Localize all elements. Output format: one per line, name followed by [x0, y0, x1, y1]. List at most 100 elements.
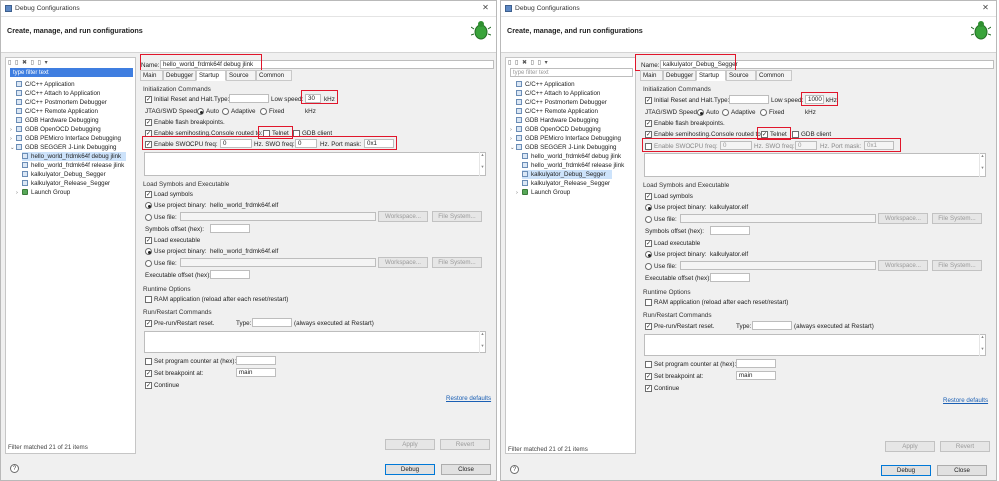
set-bp-checkbox[interactable]: ✓: [145, 370, 152, 377]
tree-item[interactable]: C/C++ Postmortem Debugger: [16, 98, 107, 107]
restore-defaults-link[interactable]: Restore defaults: [446, 395, 491, 402]
pre-run-checkbox[interactable]: ✓: [145, 320, 152, 327]
tree-item[interactable]: C/C++ Remote Application: [516, 107, 598, 116]
ram-app-checkbox[interactable]: [645, 299, 652, 306]
tab-main[interactable]: Main: [640, 70, 663, 81]
tree-item[interactable]: › Launch Group: [516, 188, 570, 197]
revert-button[interactable]: Revert: [440, 439, 490, 450]
run-commands-textarea[interactable]: [644, 334, 986, 356]
set-pc-checkbox[interactable]: [145, 358, 152, 365]
swo-checkbox[interactable]: ✓: [145, 141, 152, 148]
help-icon[interactable]: ?: [510, 465, 519, 474]
type-input[interactable]: [729, 95, 769, 104]
file-system-button[interactable]: File System...: [932, 213, 982, 224]
initial-reset-checkbox[interactable]: ✓: [645, 97, 652, 104]
file-system-button[interactable]: File System...: [432, 211, 482, 222]
symbols-file-input[interactable]: [680, 214, 876, 223]
set-pc-checkbox[interactable]: [645, 361, 652, 368]
workspace-button-2[interactable]: Workspace...: [878, 260, 928, 271]
exec-offset-input[interactable]: [210, 270, 250, 279]
use-project-binary-radio-2[interactable]: [645, 251, 652, 258]
semihosting-checkbox[interactable]: ✓: [645, 131, 652, 138]
symbols-offset-input[interactable]: [710, 226, 750, 235]
run-commands-textarea[interactable]: [144, 331, 486, 353]
scrollbar[interactable]: ▲ ▼: [479, 331, 485, 353]
use-project-binary-radio[interactable]: [645, 204, 652, 211]
pre-run-checkbox[interactable]: ✓: [645, 323, 652, 330]
continue-checkbox[interactable]: ✓: [645, 385, 652, 392]
apply-button[interactable]: Apply: [385, 439, 435, 450]
exec-offset-input[interactable]: [710, 273, 750, 282]
tree-item[interactable]: › Launch Group: [16, 188, 70, 197]
tree-item[interactable]: › GDB OpenOCD Debugging: [10, 125, 101, 134]
sidebar-toolbar[interactable]: ▯ ▯ ✖ ▯ ▯ ▾: [8, 59, 49, 67]
tree-item[interactable]: hello_world_frdmk64f release jlink: [22, 161, 124, 170]
tree-item-selected[interactable]: kalkulyator_Debug_Segger: [522, 170, 612, 179]
fixed-radio[interactable]: [260, 108, 267, 115]
close-window-icon[interactable]: ✕: [981, 3, 990, 12]
use-project-binary-radio-2[interactable]: [145, 248, 152, 255]
symbols-offset-input[interactable]: [210, 224, 250, 233]
workspace-button[interactable]: Workspace...: [878, 213, 928, 224]
use-project-binary-radio[interactable]: [145, 202, 152, 209]
swo-freq-input[interactable]: 0: [795, 141, 817, 150]
workspace-button[interactable]: Workspace...: [378, 211, 428, 222]
port-mask-input[interactable]: 0x1: [364, 139, 394, 148]
fixed-radio[interactable]: [760, 109, 767, 116]
init-commands-textarea[interactable]: [644, 153, 986, 177]
load-symbols-checkbox[interactable]: ✓: [145, 191, 152, 198]
tree-item[interactable]: C/C++ Application: [16, 80, 75, 89]
initial-reset-checkbox[interactable]: ✓: [145, 96, 152, 103]
filter-input[interactable]: type filter text: [510, 68, 633, 77]
tab-source[interactable]: Source: [226, 70, 256, 81]
telnet-checkbox[interactable]: [263, 130, 270, 137]
low-speed-input[interactable]: 30: [305, 94, 321, 103]
name-input[interactable]: hello_world_frdmk64f debug jlink: [160, 60, 494, 69]
tab-startup[interactable]: Startup: [196, 70, 226, 81]
flash-bp-checkbox[interactable]: ✓: [145, 119, 152, 126]
cpu-freq-input[interactable]: 0: [720, 141, 752, 150]
tree-item[interactable]: hello_world_frdmk64f debug jlink: [522, 152, 621, 161]
type-input-2[interactable]: [252, 318, 292, 327]
close-window-icon[interactable]: ✕: [481, 3, 490, 12]
set-pc-input[interactable]: [236, 356, 276, 365]
close-button[interactable]: Close: [441, 464, 491, 475]
tab-source[interactable]: Source: [726, 70, 756, 81]
tree-item[interactable]: C/C++ Attach to Application: [16, 89, 100, 98]
adaptive-radio[interactable]: [222, 108, 229, 115]
set-pc-input[interactable]: [736, 359, 776, 368]
type-input-2[interactable]: [752, 321, 792, 330]
tree-item-selected[interactable]: hello_world_frdmk64f debug jlink: [22, 152, 126, 161]
tree-item[interactable]: › GDB PEMicro Interface Debugging: [510, 134, 621, 143]
tab-debugger[interactable]: Debugger: [663, 70, 696, 81]
low-speed-input[interactable]: 1000: [805, 95, 824, 104]
tree-item[interactable]: C/C++ Remote Application: [16, 107, 98, 116]
filter-input[interactable]: type filter text: [10, 68, 133, 77]
gdb-client-checkbox[interactable]: [293, 130, 300, 137]
file-system-button-2[interactable]: File System...: [932, 260, 982, 271]
auto-radio[interactable]: [697, 109, 704, 116]
load-executable-checkbox[interactable]: ✓: [145, 237, 152, 244]
gdb-client-checkbox[interactable]: [792, 131, 799, 138]
exec-file-input[interactable]: [180, 258, 376, 267]
tree-item[interactable]: kalkulyator_Debug_Segger: [22, 170, 106, 179]
tree-item[interactable]: GDB Hardware Debugging: [16, 116, 99, 125]
tree-item[interactable]: kalkulyator_Release_Segger: [522, 179, 610, 188]
file-system-button-2[interactable]: File System...: [432, 257, 482, 268]
flash-bp-checkbox[interactable]: ✓: [645, 120, 652, 127]
tree-item[interactable]: C/C++ Postmortem Debugger: [516, 98, 607, 107]
auto-radio[interactable]: [197, 108, 204, 115]
telnet-checkbox[interactable]: ✓: [761, 131, 768, 138]
symbols-file-input[interactable]: [180, 212, 376, 221]
use-file-radio-2[interactable]: [645, 263, 652, 270]
type-input[interactable]: [229, 94, 269, 103]
tree-item[interactable]: ⌄ GDB SEGGER J-Link Debugging: [510, 143, 616, 152]
restore-defaults-link[interactable]: Restore defaults: [943, 397, 988, 404]
exec-file-input[interactable]: [680, 261, 876, 270]
continue-checkbox[interactable]: ✓: [145, 382, 152, 389]
tree-item[interactable]: C/C++ Application: [516, 80, 575, 89]
swo-checkbox[interactable]: [645, 143, 652, 150]
scrollbar[interactable]: ▲ ▼: [979, 334, 985, 356]
init-commands-textarea[interactable]: [144, 152, 486, 176]
scrollbar[interactable]: ▲ ▼: [479, 152, 485, 176]
